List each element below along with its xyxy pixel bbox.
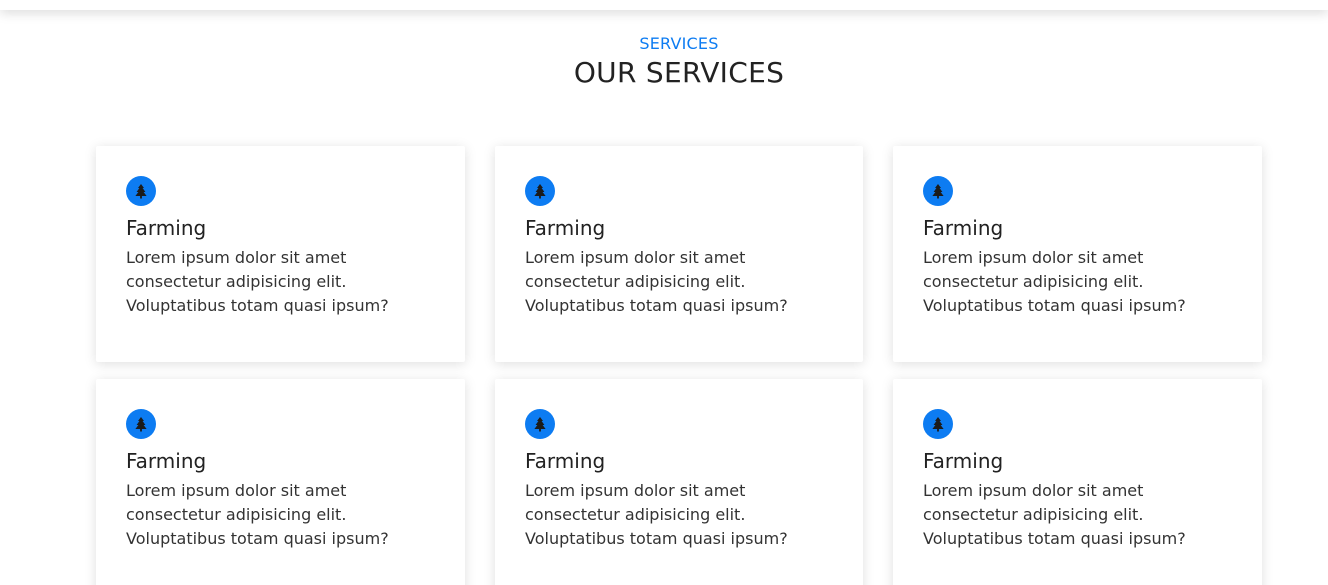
- service-title: Farming: [126, 449, 207, 473]
- services-grid: Farming Lorem ipsum dolor sit amet conse…: [96, 146, 1262, 585]
- services-section: SERVICES OUR SERVICES Farming Lorem ipsu…: [0, 0, 1328, 585]
- service-card: Farming Lorem ipsum dolor sit amet conse…: [495, 379, 863, 585]
- service-description: Lorem ipsum dolor sit amet consectetur a…: [525, 481, 788, 548]
- service-card: Farming Lorem ipsum dolor sit amet conse…: [893, 379, 1262, 585]
- service-title: Farming: [525, 216, 606, 240]
- service-title: Farming: [126, 216, 207, 240]
- navbar-shadow: [0, 0, 1328, 10]
- section-header: SERVICES OUR SERVICES: [0, 34, 1328, 91]
- service-description: Lorem ipsum dolor sit amet consectetur a…: [126, 248, 389, 315]
- service-title: Farming: [923, 449, 1004, 473]
- service-title: Farming: [525, 449, 606, 473]
- service-card: Farming Lorem ipsum dolor sit amet conse…: [893, 146, 1262, 362]
- tree-icon: [923, 176, 953, 206]
- service-card: Farming Lorem ipsum dolor sit amet conse…: [96, 146, 465, 362]
- tree-icon: [525, 176, 555, 206]
- tree-icon: [126, 409, 156, 439]
- service-card: Farming Lorem ipsum dolor sit amet conse…: [96, 379, 465, 585]
- service-description: Lorem ipsum dolor sit amet consectetur a…: [923, 481, 1186, 548]
- tree-icon: [525, 409, 555, 439]
- tree-icon: [923, 409, 953, 439]
- tree-icon: [126, 176, 156, 206]
- service-description: Lorem ipsum dolor sit amet consectetur a…: [923, 248, 1186, 315]
- service-card: Farming Lorem ipsum dolor sit amet conse…: [495, 146, 863, 362]
- service-title: Farming: [923, 216, 1004, 240]
- service-description: Lorem ipsum dolor sit amet consectetur a…: [126, 481, 389, 548]
- section-title: OUR SERVICES: [573, 56, 785, 89]
- section-eyebrow: SERVICES: [639, 34, 719, 53]
- service-description: Lorem ipsum dolor sit amet consectetur a…: [525, 248, 788, 315]
